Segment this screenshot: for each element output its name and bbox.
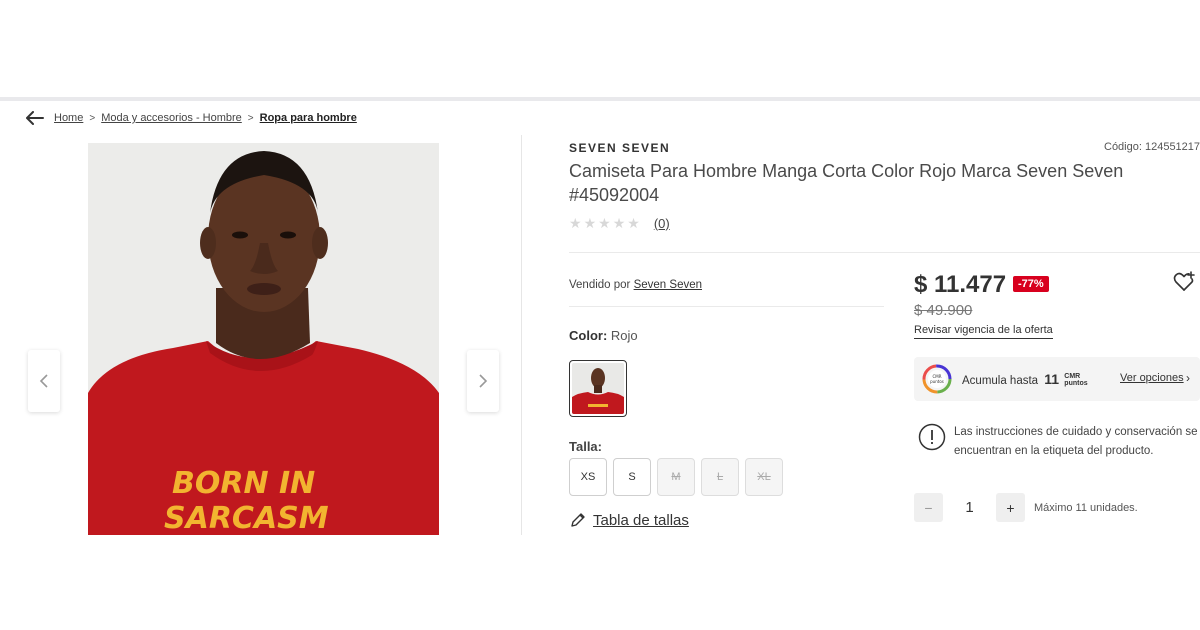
seller-link[interactable]: Seven Seven <box>634 279 702 291</box>
back-arrow-icon[interactable] <box>26 111 44 125</box>
shirt-print-line2: SARCASM <box>164 501 329 535</box>
divider <box>569 306 884 307</box>
chevron-left-icon <box>39 374 48 388</box>
points-options-link[interactable]: Ver opciones <box>1120 372 1184 384</box>
top-band <box>0 0 1200 97</box>
size-table-link[interactable]: Tabla de tallas <box>569 511 689 529</box>
points-unit: CMR puntos <box>1064 373 1088 388</box>
size-option-l[interactable]: L <box>701 458 739 496</box>
points-label: Acumula hasta <box>962 374 1039 387</box>
breadcrumb-moda-hombre[interactable]: Moda y accesorios - Hombre <box>101 112 242 124</box>
reviews-count-link[interactable]: (0) <box>654 216 670 231</box>
quantity-stepper: − 1 + Máximo 11 unidades. <box>914 493 1138 522</box>
breadcrumb-home[interactable]: Home <box>54 112 83 124</box>
color-swatch-rojo[interactable] <box>569 360 627 417</box>
color-value: Rojo <box>610 328 638 343</box>
rating-stars: ★ ★ ★ ★ ★ <box>569 215 640 232</box>
quantity-increase-button[interactable]: + <box>996 493 1025 522</box>
color-swatch-image <box>572 363 624 414</box>
quantity-decrease-button[interactable]: − <box>914 493 943 522</box>
size-option-xs[interactable]: XS <box>569 458 607 496</box>
size-options: XS S M L XL <box>569 458 783 496</box>
care-instructions-text: Las instrucciones de cuidado y conservac… <box>954 426 1198 457</box>
product-brand[interactable]: SEVEN SEVEN <box>569 141 670 155</box>
breadcrumb-ropa-hombre[interactable]: Ropa para hombre <box>260 112 357 124</box>
care-instructions: Las instrucciones de cuidado y conservac… <box>918 423 1200 461</box>
svg-text:puntos: puntos <box>930 379 944 384</box>
breadcrumb-separator: > <box>89 112 96 124</box>
gallery-next-button[interactable] <box>467 350 499 412</box>
star-icon: ★ <box>569 215 582 231</box>
add-to-wishlist-icon[interactable] <box>1172 271 1196 293</box>
pencil-icon <box>571 513 585 527</box>
color-label: Color: Rojo <box>569 328 638 343</box>
breadcrumb-separator: > <box>247 112 254 124</box>
product-title: Camiseta Para Hombre Manga Corta Color R… <box>569 161 1124 205</box>
size-option-s[interactable]: S <box>613 458 651 496</box>
color-label-title: Color: <box>569 328 608 343</box>
breadcrumb: Home > Moda y accesorios - Hombre > Ropa… <box>26 111 357 125</box>
size-option-m[interactable]: M <box>657 458 695 496</box>
product-main-image[interactable]: BORN IN SARCASM <box>88 143 439 535</box>
star-icon: ★ <box>598 215 611 231</box>
points-text: Acumula hasta 11 CMR puntos <box>962 371 1088 388</box>
chevron-right-icon <box>479 374 488 388</box>
offer-validity-link[interactable]: Revisar vigencia de la oferta <box>914 324 1053 339</box>
size-label: Talla: <box>569 439 602 454</box>
chevron-right-icon[interactable]: › <box>1186 371 1190 385</box>
gallery-prev-button[interactable] <box>28 350 60 412</box>
divider <box>569 252 1200 253</box>
star-icon: ★ <box>612 215 626 231</box>
product-rating: ★ ★ ★ ★ ★ (0) <box>569 215 670 232</box>
column-divider <box>521 135 522 535</box>
product-photo-illustration: BORN IN SARCASM <box>88 143 439 535</box>
discount-badge: -77% <box>1013 276 1049 292</box>
product-code: Código: 124551217 <box>1104 141 1200 153</box>
quantity-max-text: Máximo 11 unidades. <box>1034 501 1138 514</box>
info-icon <box>918 423 946 451</box>
quantity-value[interactable]: 1 <box>943 499 996 516</box>
sold-by-label: Vendido por <box>569 279 631 291</box>
star-icon: ★ <box>627 215 640 231</box>
cmr-puntos-logo-icon: CMR puntos <box>922 364 952 394</box>
points-amount: 11 <box>1044 370 1060 387</box>
size-table-label: Tabla de tallas <box>593 511 689 529</box>
star-icon: ★ <box>583 215 597 231</box>
original-price: $ 49.900 <box>914 302 973 319</box>
product-page: Home > Moda y accesorios - Hombre > Ropa… <box>0 97 1200 630</box>
points-banner: CMR puntos Acumula hasta 11 CMR puntos Ve… <box>914 357 1200 401</box>
sold-by: Vendido por Seven Seven <box>569 279 702 291</box>
current-price: $ 11.477 <box>914 271 1007 298</box>
shirt-print-line1: BORN IN <box>172 466 315 501</box>
size-option-xl[interactable]: XL <box>745 458 783 496</box>
